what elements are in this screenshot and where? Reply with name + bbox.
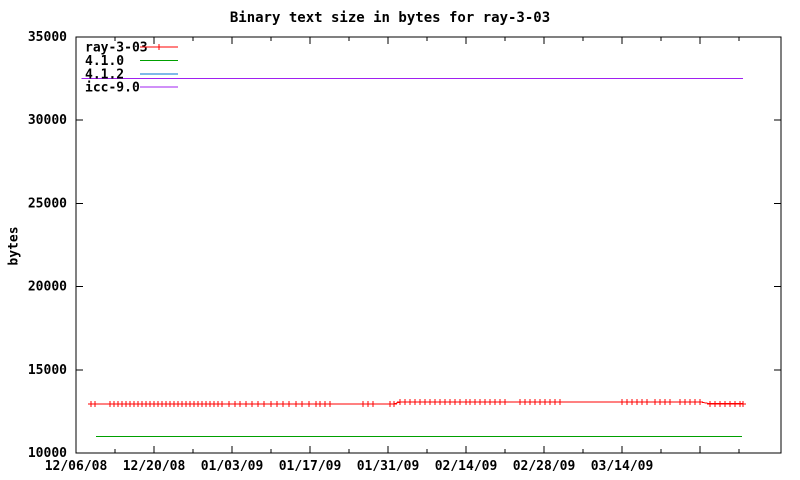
series-markers-ray-3-03 <box>88 399 746 407</box>
series-ray-3-03 <box>88 399 746 407</box>
x-tick-label: 02/14/09 <box>435 459 498 474</box>
y-axis-title: bytes <box>6 226 22 266</box>
gnuplot-chart-window: Binary text size in bytes for ray-3-03 b… <box>0 0 800 480</box>
axes-ticks: 10000150002000025000300003500012/06/08 12… <box>28 30 781 474</box>
y-tick-label: 25000 <box>28 196 67 211</box>
x-tick-label: 02/28/09 <box>513 459 576 474</box>
x-tick-label: 12/20/08 <box>123 459 186 474</box>
legend: ray-3-034.1.04.1.2icc-9.0 <box>85 41 178 96</box>
x-tick-label: 03/14/09 <box>591 459 654 474</box>
x-tick-label: 01/03/09 <box>201 459 264 474</box>
x-tick-label: 12/06/08 <box>45 459 108 474</box>
x-tick-label: 01/31/09 <box>357 459 420 474</box>
y-tick-label: 20000 <box>28 280 67 295</box>
chart-title: Binary text size in bytes for ray-3-03 <box>229 10 551 26</box>
legend-label-icc-9.0: icc-9.0 <box>85 81 140 96</box>
x-tick-label: 01/17/09 <box>279 459 342 474</box>
legend-marker-ray-3-03 <box>156 44 162 50</box>
y-tick-label: 30000 <box>28 113 67 128</box>
plot-border <box>75 36 782 454</box>
y-tick-label: 15000 <box>28 363 67 378</box>
plot-area: 10000150002000025000300003500012/06/08 12… <box>28 30 782 474</box>
y-tick-label: 35000 <box>28 30 67 45</box>
